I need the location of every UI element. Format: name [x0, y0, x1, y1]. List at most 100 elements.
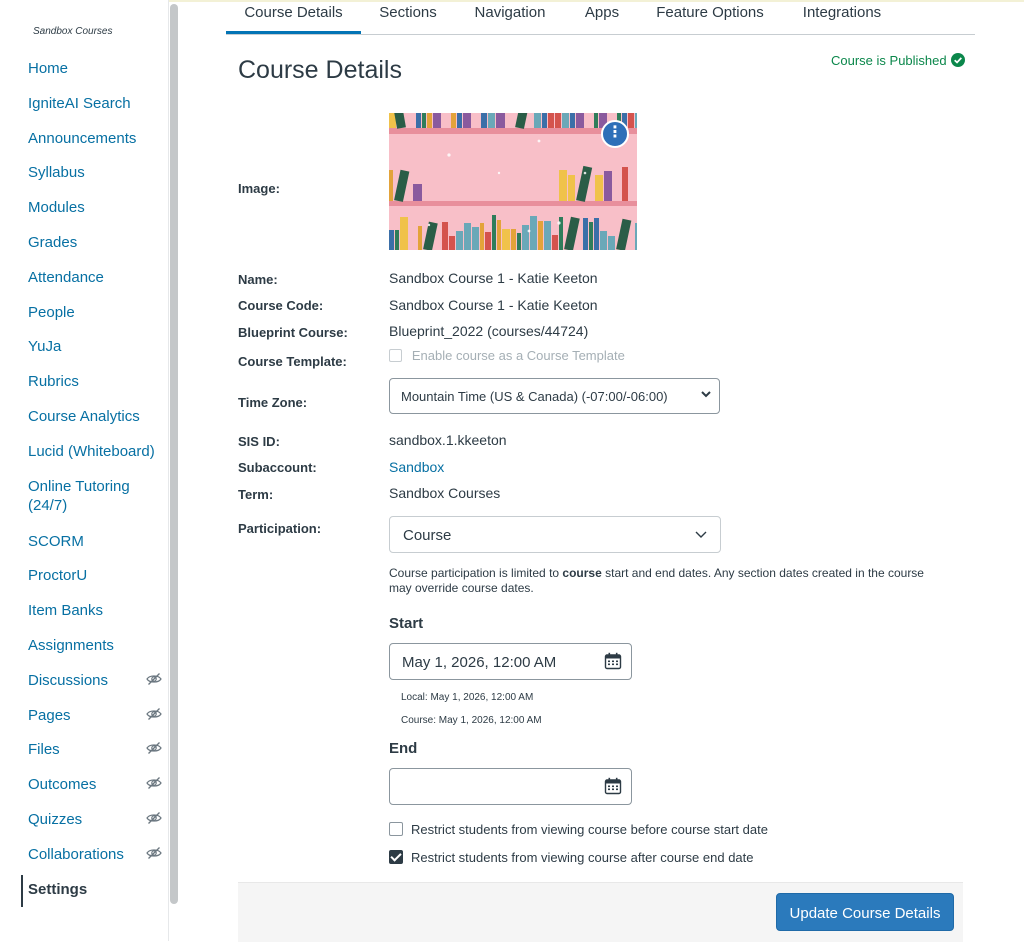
tab-integrations[interactable]: Integrations [794, 4, 890, 33]
sis-id-label: SIS ID: [238, 434, 280, 449]
eye-slash-icon [146, 846, 162, 859]
sidebar-item-announcements[interactable]: Announcements [0, 121, 168, 156]
subaccount-link[interactable]: Sandbox [389, 459, 444, 475]
update-course-details-button[interactable]: Update Course Details [776, 893, 954, 931]
sidebar-item-people[interactable]: People [0, 295, 168, 330]
image-label: Image: [238, 181, 280, 196]
sidebar-item-course-analytics[interactable]: Course Analytics [0, 399, 168, 434]
published-status: Course is Published [831, 53, 965, 68]
sidebar-item-label: People [28, 303, 75, 321]
sidebar-item-pages[interactable]: Pages [0, 698, 168, 733]
image-options-button[interactable]: ⋮ [601, 120, 629, 148]
sidebar-item-attendance[interactable]: Attendance [0, 260, 168, 295]
course-template-option: Enable course as a Course Template [389, 347, 625, 363]
calendar-icon[interactable] [604, 777, 622, 795]
sidebar-item-lucid-whiteboard[interactable]: Lucid (Whiteboard) [0, 434, 168, 469]
page-title: Course Details [238, 56, 402, 84]
eye-slash-icon [146, 707, 162, 720]
calendar-icon[interactable] [604, 652, 622, 670]
sidebar-item-label: Discussions [28, 671, 109, 689]
end-date-input[interactable] [389, 768, 632, 805]
sidebar-item-label: Outcomes [28, 776, 97, 794]
term-label: Term: [238, 487, 274, 502]
sidebar-item-quizzes[interactable]: Quizzes [0, 802, 168, 837]
course-template-label: Course Template: [238, 354, 347, 369]
eye-slash-icon [146, 672, 162, 685]
sidebar-item-syllabus[interactable]: Syllabus [0, 155, 168, 190]
course-template-checkbox[interactable] [389, 349, 402, 362]
sidebar-item-label: Course Analytics [28, 407, 140, 425]
sidebar-item-online-tutoring-24-7[interactable]: Online Tutoring (24/7) [0, 469, 168, 524]
time-zone-select[interactable]: Mountain Time (US & Canada) (-07:00/-06:… [389, 378, 720, 414]
tab-apps[interactable]: Apps [578, 4, 626, 33]
sidebar-item-yuja[interactable]: YuJa [0, 329, 168, 364]
eye-slash-icon [146, 742, 162, 755]
eye-slash-icon [146, 777, 162, 790]
participation-select[interactable]: Course [389, 516, 721, 553]
restrict-after-checkbox[interactable] [389, 850, 403, 864]
sidebar-item-rubrics[interactable]: Rubrics [0, 364, 168, 399]
tab-feature-options[interactable]: Feature Options [648, 4, 772, 33]
sidebar-item-files[interactable]: Files [0, 732, 168, 767]
sidebar-item-label: Online Tutoring (24/7) [28, 477, 130, 514]
sidebar-item-igniteai-search[interactable]: IgniteAI Search [0, 86, 168, 121]
course-image [389, 113, 637, 250]
blueprint-value: Blueprint_2022 (courses/44724) [389, 323, 589, 339]
participation-note-bold: course [562, 566, 602, 580]
tab-course-details[interactable]: Course Details [226, 4, 361, 34]
term-value: Sandbox Courses [389, 485, 501, 501]
course-code-label: Course Code: [238, 298, 324, 313]
sidebar-item-scorm[interactable]: SCORM [0, 524, 168, 559]
check-circle-icon [950, 53, 965, 67]
subaccount-label: Subaccount: [238, 460, 317, 475]
sidebar-item-outcomes[interactable]: Outcomes [0, 767, 168, 802]
chevron-down-icon [701, 391, 711, 398]
start-local-time: Local: May 1, 2026, 12:00 AM [401, 692, 534, 703]
sidebar-item-label: Item Banks [28, 602, 104, 620]
sidebar-item-modules[interactable]: Modules [0, 190, 168, 225]
sidebar-item-label: ProctorU [28, 567, 88, 585]
sidebar-item-collaborations[interactable]: Collaborations [0, 837, 168, 872]
participation-value: Course [403, 527, 452, 544]
participation-note: Course participation is limited to cours… [389, 566, 949, 596]
sidebar-item-label: Collaborations [28, 845, 124, 863]
tab-sections[interactable]: Sections [371, 4, 445, 33]
sidebar-item-grades[interactable]: Grades [0, 225, 168, 260]
sidebar-item-label: Modules [28, 199, 85, 217]
sidebar-scrollbar[interactable] [170, 4, 178, 904]
settings-tabs: Course Details Sections Navigation Apps … [226, 0, 975, 35]
sidebar-item-proctoru[interactable]: ProctorU [0, 558, 168, 593]
sis-id-value: sandbox.1.kkeeton [389, 432, 507, 448]
sidebar-item-label: Settings [28, 880, 88, 898]
start-date-input[interactable]: May 1, 2026, 12:00 AM [389, 643, 632, 680]
course-template-text: Enable course as a Course Template [411, 348, 625, 363]
restrict-before-option[interactable]: Restrict students from viewing course be… [389, 822, 768, 837]
sidebar-item-label: Lucid (Whiteboard) [28, 442, 155, 460]
sidebar-item-label: Assignments [28, 636, 114, 654]
restrict-before-label: Restrict students from viewing course be… [411, 822, 768, 837]
chevron-down-icon [695, 531, 707, 538]
restrict-after-option[interactable]: Restrict students from viewing course af… [389, 850, 754, 865]
more-vertical-icon: ⋮ [607, 124, 623, 141]
sidebar-item-label: Rubrics [28, 373, 79, 391]
end-heading: End [389, 740, 418, 757]
published-status-label: Course is Published [831, 53, 947, 68]
sidebar-item-settings[interactable]: Settings [0, 872, 168, 907]
sidebar-item-item-banks[interactable]: Item Banks [0, 593, 168, 628]
start-heading: Start [389, 615, 424, 632]
course-context-title: Sandbox Courses [33, 26, 113, 37]
sidebar-item-assignments[interactable]: Assignments [0, 628, 168, 663]
sidebar-item-label: Home [28, 60, 69, 77]
participation-label: Participation: [238, 521, 322, 536]
course-nav-list: Home IgniteAI Search Announcements Syllabus… [0, 51, 168, 907]
sidebar-item-label: YuJa [28, 338, 62, 356]
course-code-value: Sandbox Course 1 - Katie Keeton [389, 297, 598, 313]
sidebar-item-discussions[interactable]: Discussions [0, 663, 168, 698]
restrict-after-label: Restrict students from viewing course af… [411, 850, 754, 865]
blueprint-label: Blueprint Course: [238, 325, 348, 340]
sidebar-item-label: IgniteAI Search [28, 94, 131, 112]
sidebar-item-label: Grades [28, 233, 78, 251]
restrict-before-checkbox[interactable] [389, 822, 403, 836]
sidebar-item-home[interactable]: Home [0, 51, 168, 86]
tab-navigation[interactable]: Navigation [465, 4, 555, 33]
